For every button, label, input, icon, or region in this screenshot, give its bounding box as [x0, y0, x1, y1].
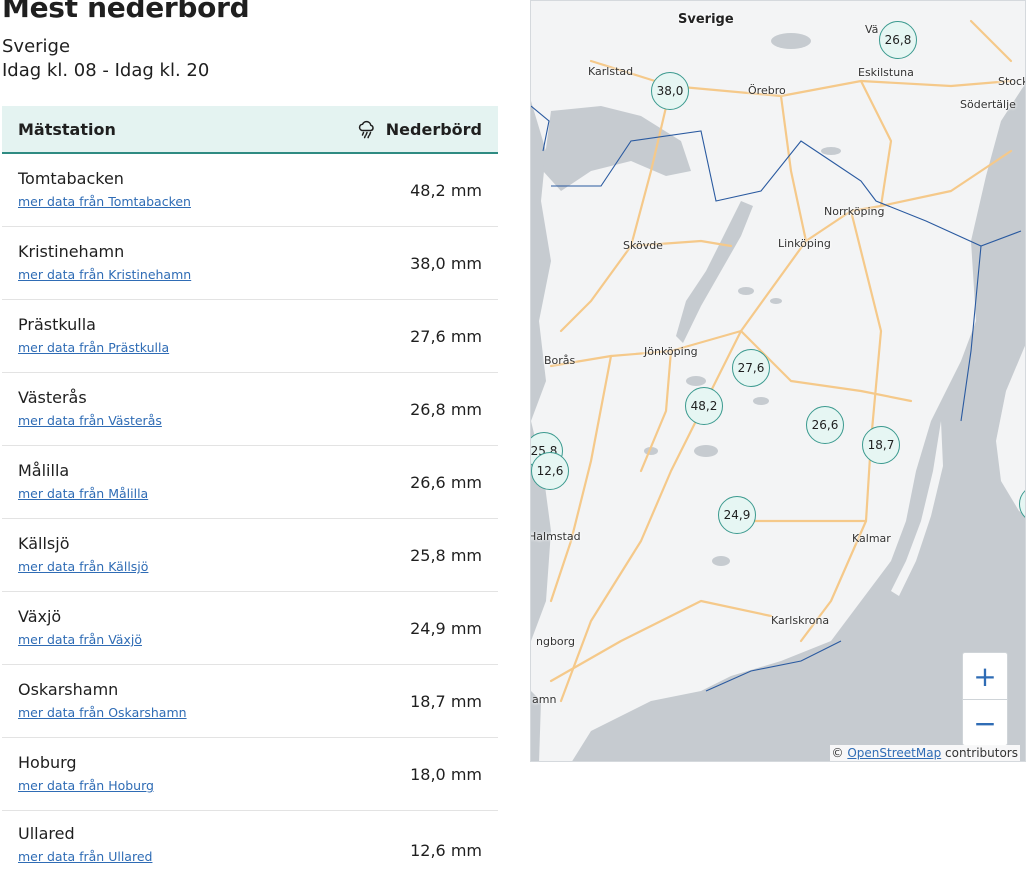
- station-more-data-link[interactable]: mer data från Oskarshamn: [18, 705, 187, 721]
- city-label-eskilstuna: Eskilstuna: [858, 66, 914, 79]
- station-name: Växjö: [18, 607, 62, 626]
- table-row: Växjö mer data från Växjö 24,9 mm: [2, 592, 498, 665]
- station-more-data-link[interactable]: mer data från Hoburg: [18, 778, 154, 794]
- table-row: Oskarshamn mer data från Oskarshamn 18,7…: [2, 665, 498, 738]
- table-row: Hoburg mer data från Hoburg 18,0 mm: [2, 738, 498, 811]
- station-name: Prästkulla: [18, 315, 96, 334]
- precipitation-value: 25,8 mm: [410, 545, 482, 565]
- precipitation-value: 24,9 mm: [410, 618, 482, 638]
- station-name: Oskarshamn: [18, 680, 119, 699]
- city-label-jonkoping: Jönköping: [644, 345, 698, 358]
- precipitation-map[interactable]: Sverige Karlstad Örebro Eskilstuna Stock…: [530, 0, 1026, 762]
- city-label-boras: Borås: [544, 354, 576, 367]
- precipitation-value: 38,0 mm: [410, 253, 482, 273]
- map-attribution: © OpenStreetMap contributors: [829, 745, 1020, 761]
- table-row: Källsjö mer data från Källsjö 25,8 mm: [2, 519, 498, 592]
- city-label-linkoping: Linköping: [778, 237, 831, 250]
- map-base-layer: [531, 1, 1025, 761]
- station-cell: Oskarshamn mer data från Oskarshamn: [18, 679, 187, 721]
- station-marker-vasteras[interactable]: 26,8: [879, 21, 917, 59]
- station-cell: Växjö mer data från Växjö: [18, 606, 142, 648]
- precipitation-value: 18,7 mm: [410, 691, 482, 711]
- precipitation-value: 26,6 mm: [410, 472, 482, 492]
- city-label-kalmar: Kalmar: [852, 532, 891, 545]
- city-label-malmo: amn: [532, 693, 557, 706]
- station-marker-kristinehamn[interactable]: 38,0: [651, 72, 689, 110]
- table-row: Ullared mer data från Ullared 12,6 mm: [2, 811, 498, 884]
- city-label-sverige: Sverige: [678, 12, 734, 27]
- city-label-karlstad: Karlstad: [588, 65, 634, 78]
- city-label-stockholm: Stock: [998, 75, 1026, 88]
- city-label-sodertalje: Södertälje: [960, 98, 1016, 111]
- station-more-data-link[interactable]: mer data från Källsjö: [18, 559, 148, 575]
- station-marker-ullared[interactable]: 12,6: [531, 452, 569, 490]
- table-row: Tomtabacken mer data från Tomtabacken 48…: [2, 154, 498, 227]
- city-label-halmstad: Halmstad: [530, 530, 581, 543]
- station-name: Källsjö: [18, 534, 70, 553]
- station-more-data-link[interactable]: mer data från Kristinehamn: [18, 267, 191, 283]
- station-cell: Ullared mer data från Ullared: [18, 823, 152, 865]
- station-name: Västerås: [18, 388, 87, 407]
- region-label: Sverige: [2, 36, 71, 57]
- station-more-data-link[interactable]: mer data från Västerås: [18, 413, 162, 429]
- station-marker-malilla[interactable]: 26,6: [806, 406, 844, 444]
- station-cell: Tomtabacken mer data från Tomtabacken: [18, 168, 191, 210]
- table-row: Prästkulla mer data från Prästkulla 27,6…: [2, 300, 498, 373]
- column-header-precipitation-label: Nederbörd: [385, 119, 482, 139]
- station-cell: Målilla mer data från Målilla: [18, 460, 148, 502]
- precipitation-value: 18,0 mm: [410, 764, 482, 784]
- precipitation-panel: Mest nederbörd Sverige Idag kl. 08 - Ida…: [0, 0, 500, 864]
- attribution-copyright: ©: [831, 746, 844, 760]
- zoom-out-button[interactable]: −: [963, 699, 1007, 746]
- city-label-norrkoping: Norrköping: [824, 205, 885, 218]
- station-cell: Västerås mer data från Västerås: [18, 387, 162, 429]
- station-more-data-link[interactable]: mer data från Prästkulla: [18, 340, 169, 356]
- city-label-karlskrona: Karlskrona: [771, 614, 830, 627]
- station-name: Kristinehamn: [18, 242, 125, 261]
- period-label: Idag kl. 08 - Idag kl. 20: [2, 60, 210, 81]
- station-cell: Källsjö mer data från Källsjö: [18, 533, 148, 575]
- table-row: Kristinehamn mer data från Kristinehamn …: [2, 227, 498, 300]
- station-more-data-link[interactable]: mer data från Tomtabacken: [18, 194, 191, 210]
- table-row: Målilla mer data från Målilla 26,6 mm: [2, 446, 498, 519]
- precipitation-value: 26,8 mm: [410, 399, 482, 419]
- station-marker-vaxjo[interactable]: 24,9: [718, 496, 756, 534]
- station-marker-tomtabacken[interactable]: 48,2: [685, 387, 723, 425]
- column-header-station: Mätstation: [18, 119, 116, 139]
- station-name: Målilla: [18, 461, 70, 480]
- station-cell: Kristinehamn mer data från Kristinehamn: [18, 241, 191, 283]
- station-name: Ullared: [18, 824, 75, 843]
- station-marker-oskarshamn[interactable]: 18,7: [862, 426, 900, 464]
- precipitation-value: 12,6 mm: [410, 841, 482, 860]
- zoom-control: + −: [962, 652, 1008, 746]
- openstreetmap-link[interactable]: OpenStreetMap: [847, 746, 941, 760]
- station-more-data-link[interactable]: mer data från Växjö: [18, 632, 142, 648]
- column-header-precipitation: Nederbörd: [357, 119, 482, 139]
- station-cell: Hoburg mer data från Hoburg: [18, 752, 154, 794]
- rain-cloud-icon: [358, 120, 374, 139]
- city-label-helsingborg: ngborg: [536, 635, 575, 648]
- station-more-data-link[interactable]: mer data från Målilla: [18, 486, 148, 502]
- station-cell: Prästkulla mer data från Prästkulla: [18, 314, 169, 356]
- city-label-skovde: Skövde: [623, 239, 663, 252]
- table-row: Västerås mer data från Västerås 26,8 mm: [2, 373, 498, 446]
- city-label-orebro: Örebro: [748, 84, 786, 97]
- station-name: Hoburg: [18, 753, 77, 772]
- precipitation-table: Mätstation Nederbörd Tomtabacken mer dat…: [2, 106, 498, 884]
- station-marker-prastkulla[interactable]: 27,6: [732, 349, 770, 387]
- page-title: Mest nederbörd: [2, 0, 250, 24]
- zoom-in-button[interactable]: +: [963, 653, 1007, 699]
- city-label-vasteras: Vä: [865, 23, 879, 36]
- station-more-data-link[interactable]: mer data från Ullared: [18, 849, 152, 865]
- station-name: Tomtabacken: [18, 169, 124, 188]
- table-header: Mätstation Nederbörd: [2, 106, 498, 154]
- precipitation-value: 27,6 mm: [410, 326, 482, 346]
- attribution-contributors: contributors: [945, 746, 1018, 760]
- precipitation-value: 48,2 mm: [410, 180, 482, 200]
